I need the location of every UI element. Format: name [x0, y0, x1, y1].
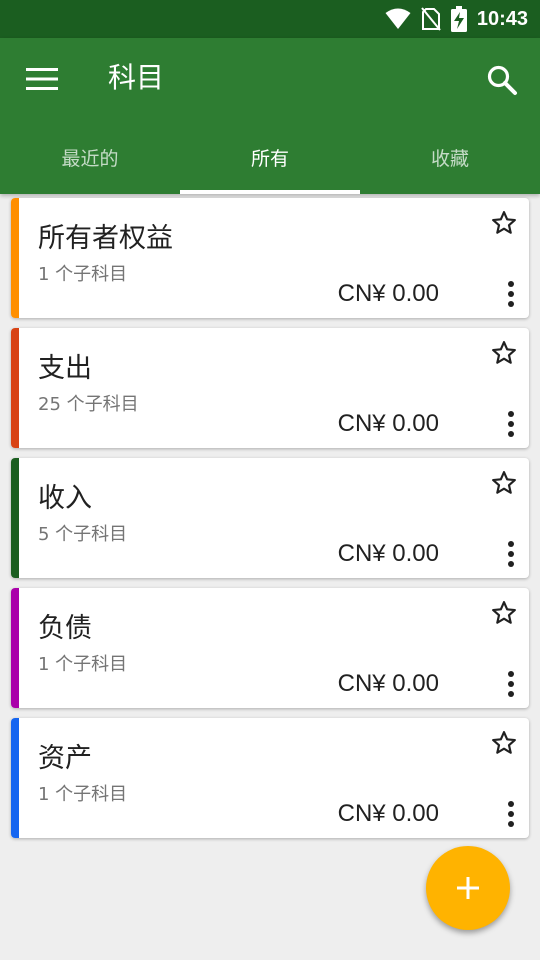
wifi-icon [385, 8, 411, 29]
more-vert-icon[interactable] [505, 280, 517, 308]
more-vert-icon[interactable] [505, 670, 517, 698]
account-name: 所有者权益 [38, 223, 173, 254]
account-name: 负债 [38, 613, 92, 644]
account-color-bar [11, 328, 19, 448]
page-title: 科目 [108, 61, 165, 94]
account-balance: CN¥ 0.00 [337, 670, 439, 697]
account-children-count: 25 个子科目 [38, 394, 139, 415]
account-children-count: 5 个子科目 [38, 524, 128, 545]
status-icons: 10:43 [385, 0, 528, 38]
star-icon[interactable] [491, 340, 517, 366]
star-icon[interactable] [491, 730, 517, 756]
status-time: 10:43 [476, 7, 528, 30]
account-balance: CN¥ 0.00 [337, 280, 439, 307]
star-icon[interactable] [491, 470, 517, 496]
more-vert-icon[interactable] [505, 800, 517, 828]
battery-charging-icon [450, 6, 467, 32]
account-card[interactable]: 支出 25 个子科目 CN¥ 0.00 [11, 328, 529, 448]
account-children-count: 1 个子科目 [38, 654, 128, 675]
account-name: 收入 [38, 483, 92, 514]
star-icon[interactable] [491, 600, 517, 626]
star-icon[interactable] [491, 210, 517, 236]
account-color-bar [11, 588, 19, 708]
tab-favorites[interactable]: 收藏 [360, 130, 540, 194]
tab-recent[interactable]: 最近的 [0, 130, 180, 194]
tab-all[interactable]: 所有 [180, 130, 360, 194]
plus-icon [457, 877, 479, 899]
account-children-count: 1 个子科目 [38, 784, 128, 805]
account-card[interactable]: 负债 1 个子科目 CN¥ 0.00 [11, 588, 529, 708]
search-icon[interactable] [486, 64, 518, 96]
add-account-button[interactable] [426, 846, 510, 930]
account-name: 资产 [38, 743, 92, 774]
no-sim-icon [421, 7, 441, 31]
menu-icon[interactable] [26, 66, 58, 92]
account-card[interactable]: 所有者权益 1 个子科目 CN¥ 0.00 [11, 198, 529, 318]
more-vert-icon[interactable] [505, 540, 517, 568]
more-vert-icon[interactable] [505, 410, 517, 438]
tab-bar: 最近的 所有 收藏 [0, 130, 540, 194]
account-balance: CN¥ 0.00 [337, 410, 439, 437]
account-color-bar [11, 458, 19, 578]
account-card[interactable]: 收入 5 个子科目 CN¥ 0.00 [11, 458, 529, 578]
account-balance: CN¥ 0.00 [337, 800, 439, 827]
app-bar: 科目 最近的 所有 收藏 [0, 38, 540, 194]
account-card[interactable]: 资产 1 个子科目 CN¥ 0.00 [11, 718, 529, 838]
account-children-count: 1 个子科目 [38, 264, 128, 285]
account-balance: CN¥ 0.00 [337, 540, 439, 567]
account-color-bar [11, 198, 19, 318]
status-bar: 10:43 [0, 0, 540, 38]
account-color-bar [11, 718, 19, 838]
account-name: 支出 [38, 353, 92, 384]
account-list: 所有者权益 1 个子科目 CN¥ 0.00 支出 25 个子科目 CN¥ 0.0… [11, 198, 529, 848]
